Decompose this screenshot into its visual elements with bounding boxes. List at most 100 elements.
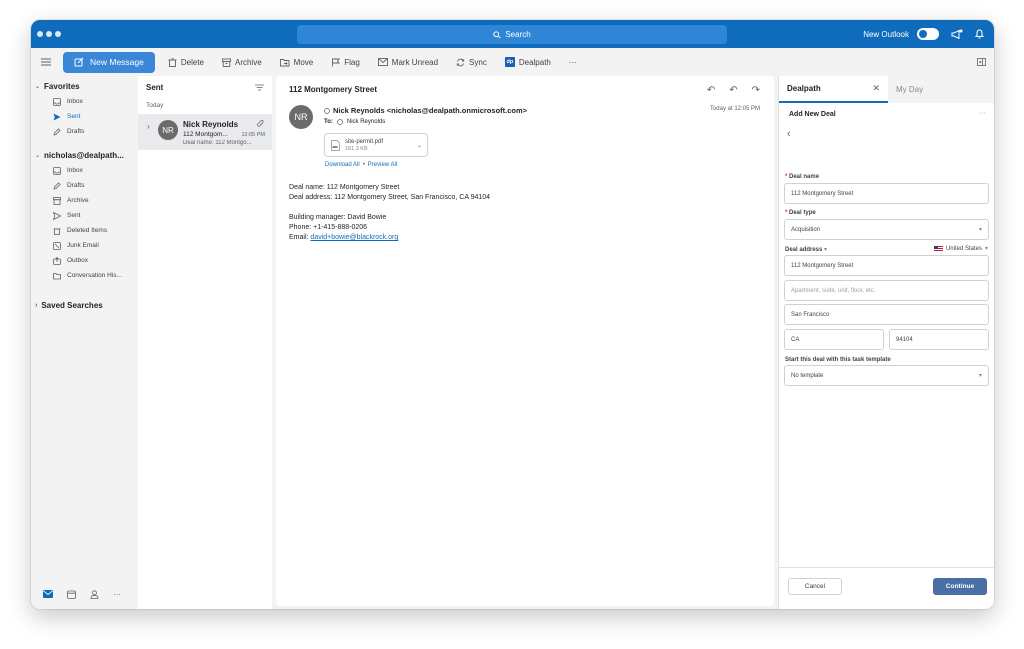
outlook-window: Search New Outlook New Message Delete Ar… xyxy=(31,20,994,609)
more-options-button[interactable]: ··· xyxy=(979,110,986,117)
label-text: Deal type xyxy=(789,210,816,216)
email-subject: 112 Montgomery Street xyxy=(289,85,378,94)
filter-icon[interactable] xyxy=(255,84,264,91)
archive-label: Archive xyxy=(234,57,262,67)
label-text: Start this deal with this task template xyxy=(785,357,891,363)
megaphone-icon[interactable] xyxy=(951,29,963,39)
deal-name-input[interactable]: 112 Montgomery Street xyxy=(784,183,989,204)
chevron-down-icon: ⌄ xyxy=(35,83,41,90)
expand-pane-button[interactable] xyxy=(968,51,994,73)
favorites-drafts[interactable]: Drafts xyxy=(31,124,138,139)
deal-type-label: * Deal type xyxy=(785,210,816,216)
move-button[interactable]: Move xyxy=(271,51,323,73)
tab-dealpath[interactable]: Dealpath ✕ xyxy=(779,76,888,103)
account-header[interactable]: ⌄ nicholas@dealpath... xyxy=(31,147,138,163)
favorites-label: Favorites xyxy=(44,81,80,91)
people-icon[interactable] xyxy=(90,589,99,599)
close-icon[interactable]: ✕ xyxy=(872,83,880,94)
archive-button[interactable]: Archive xyxy=(213,51,271,73)
chevron-right-icon: › xyxy=(35,301,38,309)
radio-icon[interactable] xyxy=(337,119,343,125)
folder-icon xyxy=(53,272,61,279)
folder-label: Inbox xyxy=(67,167,83,174)
envelope-icon xyxy=(377,58,388,66)
pencil-icon xyxy=(53,181,61,190)
back-chevron-icon[interactable]: ‹ xyxy=(787,128,791,140)
country-select[interactable]: United States ▾ xyxy=(933,245,988,252)
menu-button[interactable] xyxy=(31,51,61,73)
body-line: Building manager: David Bowie xyxy=(289,214,387,221)
dealpath-logo-icon: dp xyxy=(504,57,515,67)
account-deleted-items[interactable]: Deleted Items xyxy=(31,223,138,238)
radio-icon[interactable] xyxy=(324,107,330,114)
trash-icon xyxy=(168,57,177,67)
deal-address-label: Deal address ▾ xyxy=(785,246,827,253)
dealpath-tabs: Dealpath ✕ My Day xyxy=(779,76,994,103)
calendar-icon[interactable] xyxy=(67,590,76,599)
account-conversation-history[interactable]: Conversation His... xyxy=(31,268,138,283)
sender-avatar: NR xyxy=(289,105,313,129)
forward-icon[interactable]: ↷ xyxy=(752,85,760,96)
title-bar-right: New Outlook xyxy=(863,20,984,48)
folder-label: Outbox xyxy=(67,257,88,264)
chevron-down-icon: ▾ xyxy=(978,373,982,379)
bell-icon[interactable] xyxy=(975,29,984,39)
state-input[interactable]: CA xyxy=(784,329,884,350)
deal-name-label: * Deal name xyxy=(785,174,820,180)
reply-icon[interactable]: ↶ xyxy=(707,85,715,96)
folder-label: Sent xyxy=(67,113,81,120)
tab-my-day[interactable]: My Day xyxy=(896,76,923,103)
account-sent[interactable]: Sent xyxy=(31,208,138,223)
reply-all-icon[interactable]: ↶ xyxy=(729,85,737,96)
more-label: ··· xyxy=(568,57,577,67)
list-item[interactable]: › NR Nick Reynolds 112 Montgom... 12:05 … xyxy=(138,114,272,150)
saved-searches-header[interactable]: › Saved Searches xyxy=(31,297,138,313)
chevron-right-icon[interactable]: › xyxy=(147,122,150,131)
attachment-card[interactable]: site-permit.pdf 181.3 KB ⌄ xyxy=(324,133,428,157)
cancel-button[interactable]: Cancel xyxy=(788,578,842,595)
favorites-header[interactable]: ⌄ Favorites xyxy=(31,78,138,94)
flag-button[interactable]: Flag xyxy=(322,51,369,73)
favorites-sent[interactable]: Sent xyxy=(31,109,138,124)
folder-label: Drafts xyxy=(67,182,85,189)
chevron-down-icon[interactable]: ▾ xyxy=(822,247,827,253)
chevron-down-icon: ▾ xyxy=(978,227,982,233)
address-line2-input[interactable]: Apartment, suite, unit, floor, etc. xyxy=(784,280,989,301)
account-outbox[interactable]: Outbox xyxy=(31,253,138,268)
outbox-icon xyxy=(53,256,61,265)
account-junk-email[interactable]: Junk Email xyxy=(31,238,138,253)
delete-button[interactable]: Delete xyxy=(159,51,213,73)
mark-unread-button[interactable]: Mark Unread xyxy=(369,51,447,73)
account-archive[interactable]: Archive xyxy=(31,193,138,208)
sync-button[interactable]: Sync xyxy=(447,51,496,73)
download-all-link[interactable]: Download All xyxy=(325,162,360,168)
preview-all-link[interactable]: Preview All xyxy=(368,162,397,168)
chevron-down-icon: ⌄ xyxy=(35,152,41,159)
continue-button[interactable]: Continue xyxy=(933,578,987,595)
dealpath-button[interactable]: dp Dealpath xyxy=(496,51,560,73)
input-placeholder: Apartment, suite, unit, floor, etc. xyxy=(791,287,876,294)
zip-input[interactable]: 94104 xyxy=(889,329,989,350)
email-link[interactable]: david+bowie@blackrock.org xyxy=(310,234,398,241)
template-select[interactable]: No template ▾ xyxy=(784,365,989,386)
from-address: Nick Reynolds <nicholas@dealpath.onmicro… xyxy=(333,106,528,115)
mail-icon[interactable] xyxy=(43,590,53,598)
message-list-header: Sent xyxy=(138,76,272,98)
more-actions-button[interactable]: ··· xyxy=(560,51,586,73)
account-inbox[interactable]: Inbox xyxy=(31,163,138,178)
address-line1-input[interactable]: 112 Montgomery Street xyxy=(784,255,989,276)
new-outlook-toggle[interactable] xyxy=(917,28,939,40)
avatar-initials: NR xyxy=(162,125,174,135)
city-input[interactable]: San Francisco xyxy=(784,304,989,325)
zoom-window-button[interactable] xyxy=(55,31,61,37)
deal-type-select[interactable]: Acquisition ▾ xyxy=(784,219,989,240)
close-window-button[interactable] xyxy=(37,31,43,37)
minimize-window-button[interactable] xyxy=(46,31,52,37)
trash-icon xyxy=(53,228,61,235)
account-drafts[interactable]: Drafts xyxy=(31,178,138,193)
chevron-down-icon[interactable]: ⌄ xyxy=(417,142,422,149)
more-apps-icon[interactable]: ··· xyxy=(113,590,121,599)
search-input[interactable]: Search xyxy=(297,25,727,44)
new-message-button[interactable]: New Message xyxy=(63,51,155,73)
favorites-inbox[interactable]: Inbox xyxy=(31,94,138,109)
